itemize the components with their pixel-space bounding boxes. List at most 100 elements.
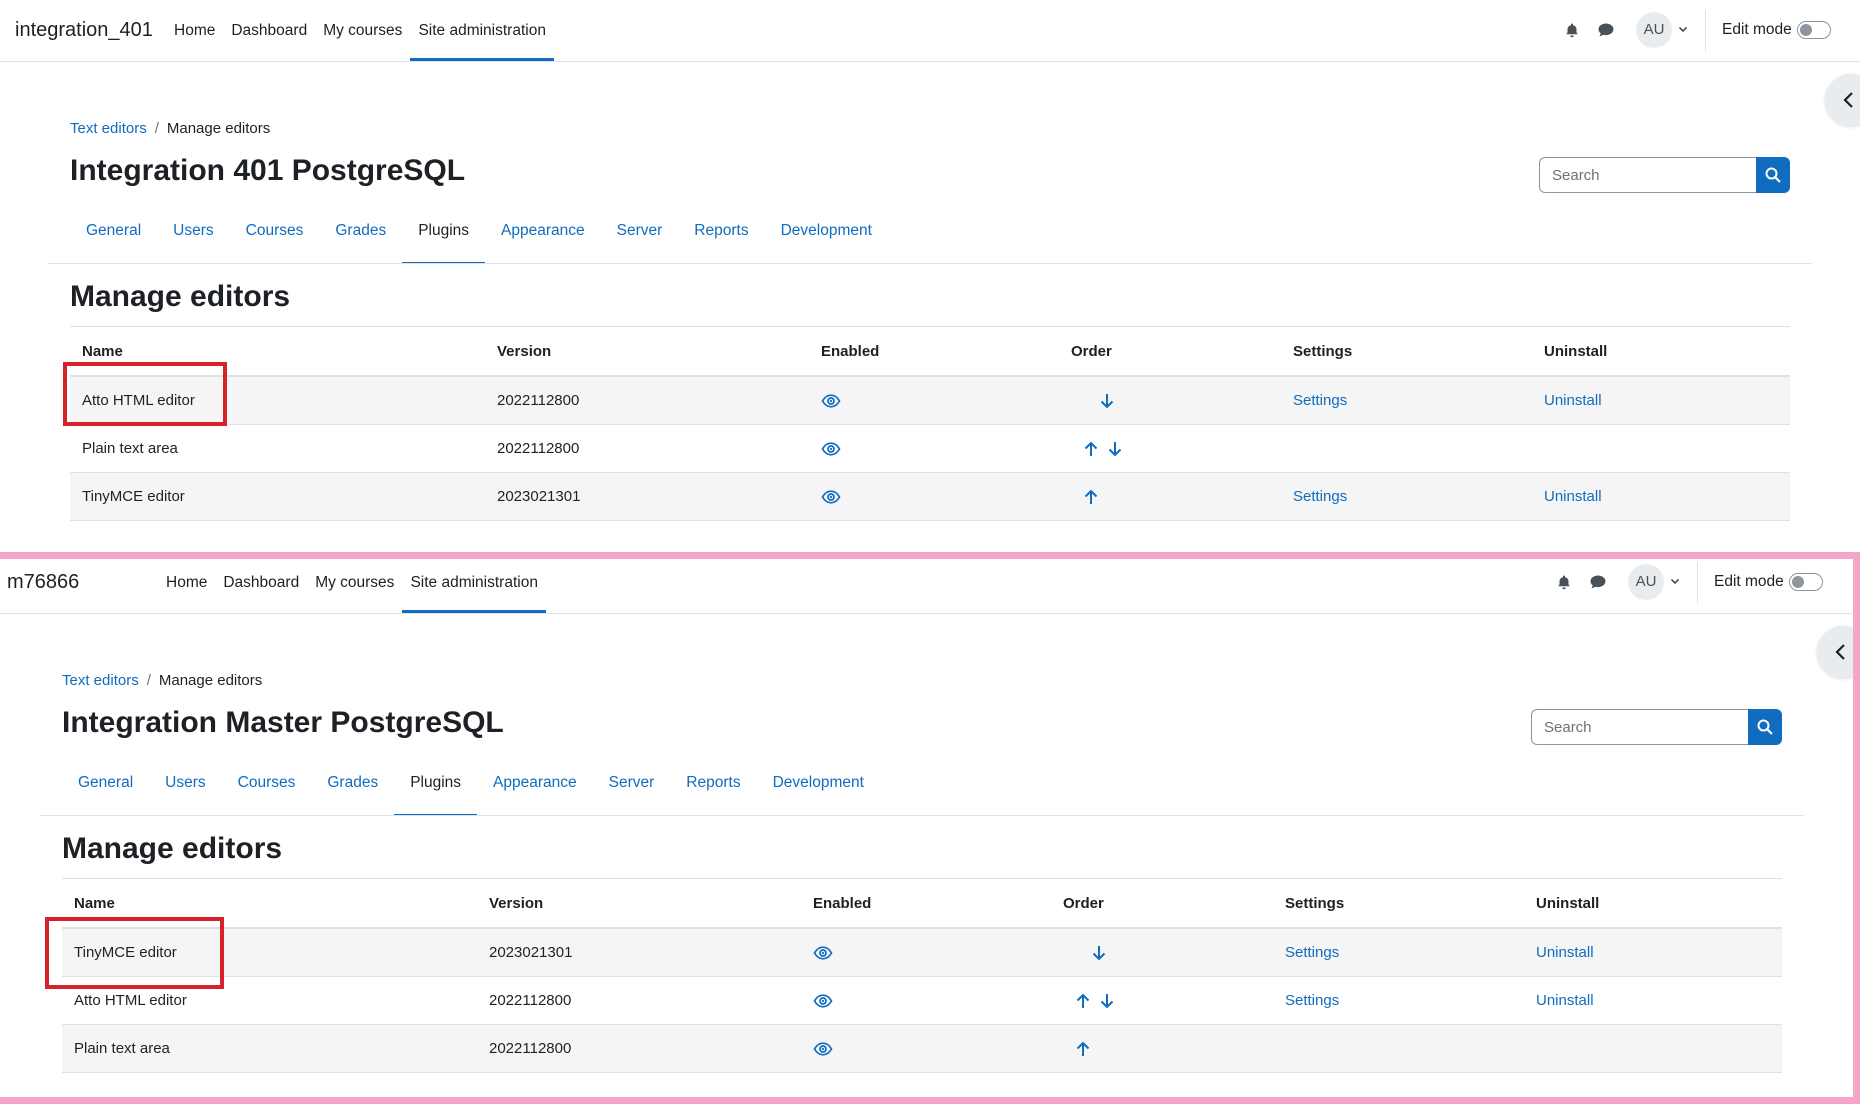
header-name: Name bbox=[62, 878, 477, 929]
tab-plugins[interactable]: Plugins bbox=[394, 765, 477, 816]
tab-users[interactable]: Users bbox=[157, 213, 229, 263]
uninstall-link[interactable]: Uninstall bbox=[1536, 992, 1594, 1009]
tabs-divider bbox=[48, 263, 1812, 264]
site-brand[interactable]: m76866 bbox=[7, 571, 79, 594]
search-button[interactable] bbox=[1748, 709, 1782, 745]
primary-navigation: Home Dashboard My courses Site administr… bbox=[158, 559, 546, 613]
settings-cell bbox=[1281, 424, 1532, 473]
arrow-down-icon[interactable] bbox=[1105, 439, 1125, 459]
nav-home[interactable]: Home bbox=[158, 559, 215, 613]
order-controls bbox=[1063, 991, 1117, 1011]
settings-link[interactable]: Settings bbox=[1293, 488, 1347, 505]
uninstall-link[interactable]: Uninstall bbox=[1544, 392, 1602, 409]
tab-grades[interactable]: Grades bbox=[319, 213, 402, 263]
section-title: Manage editors bbox=[70, 280, 291, 313]
tab-reports[interactable]: Reports bbox=[678, 213, 764, 263]
editor-version: 2022112800 bbox=[485, 376, 809, 425]
order-cell bbox=[1051, 1024, 1273, 1073]
primary-navigation: Home Dashboard My courses Site administr… bbox=[166, 0, 554, 61]
header-version: Version bbox=[477, 878, 801, 929]
notifications-bell-icon[interactable] bbox=[1556, 574, 1572, 590]
search-input[interactable] bbox=[1531, 709, 1749, 745]
table-header-row: Name Version Enabled Order Settings Unin… bbox=[70, 326, 1790, 377]
settings-link[interactable]: Settings bbox=[1285, 992, 1339, 1009]
uninstall-link[interactable]: Uninstall bbox=[1544, 488, 1602, 505]
nav-dashboard[interactable]: Dashboard bbox=[223, 0, 315, 61]
editor-version: 2022112800 bbox=[477, 1024, 801, 1073]
tab-courses[interactable]: Courses bbox=[222, 765, 312, 815]
site-brand[interactable]: integration_401 bbox=[15, 19, 153, 42]
nav-site-administration[interactable]: Site administration bbox=[410, 0, 554, 61]
arrow-up-icon[interactable] bbox=[1073, 1039, 1093, 1059]
arrow-down-icon[interactable] bbox=[1097, 391, 1117, 411]
tab-users[interactable]: Users bbox=[149, 765, 221, 815]
nav-dashboard[interactable]: Dashboard bbox=[215, 559, 307, 613]
open-block-drawer-button[interactable] bbox=[1817, 626, 1853, 678]
eye-icon[interactable] bbox=[813, 943, 833, 963]
arrow-up-icon[interactable] bbox=[1073, 991, 1093, 1011]
edit-mode-label: Edit mode bbox=[1714, 573, 1784, 590]
tab-plugins[interactable]: Plugins bbox=[402, 213, 485, 264]
settings-cell: Settings bbox=[1273, 928, 1524, 977]
open-block-drawer-button[interactable] bbox=[1825, 74, 1860, 126]
nav-my-courses[interactable]: My courses bbox=[307, 559, 402, 613]
user-menu-chevron-down-icon[interactable] bbox=[1678, 24, 1688, 34]
arrow-down-icon[interactable] bbox=[1089, 943, 1109, 963]
eye-icon[interactable] bbox=[821, 391, 841, 411]
enabled-cell bbox=[801, 928, 1051, 977]
enabled-cell bbox=[801, 976, 1051, 1025]
tab-server[interactable]: Server bbox=[601, 213, 679, 263]
uninstall-cell bbox=[1524, 1024, 1782, 1073]
tab-server[interactable]: Server bbox=[593, 765, 671, 815]
user-avatar[interactable]: AU bbox=[1628, 564, 1664, 600]
editor-name: Plain text area bbox=[70, 424, 485, 473]
search-button[interactable] bbox=[1756, 157, 1790, 193]
tab-courses[interactable]: Courses bbox=[230, 213, 320, 263]
tab-appearance[interactable]: Appearance bbox=[485, 213, 601, 263]
tab-general[interactable]: General bbox=[70, 213, 157, 263]
arrow-up-icon[interactable] bbox=[1081, 439, 1101, 459]
edit-mode-label: Edit mode bbox=[1722, 21, 1792, 38]
editor-version: 2023021301 bbox=[485, 472, 809, 521]
edit-mode-toggle[interactable] bbox=[1797, 21, 1831, 39]
tab-reports[interactable]: Reports bbox=[670, 765, 756, 815]
user-menu-chevron-down-icon[interactable] bbox=[1670, 576, 1680, 586]
eye-icon[interactable] bbox=[813, 1039, 833, 1059]
tab-appearance[interactable]: Appearance bbox=[477, 765, 593, 815]
nav-home[interactable]: Home bbox=[166, 0, 223, 61]
breadcrumb-text-editors-link[interactable]: Text editors bbox=[62, 672, 139, 689]
settings-link[interactable]: Settings bbox=[1285, 944, 1339, 961]
notifications-bell-icon[interactable] bbox=[1564, 22, 1580, 38]
nav-my-courses[interactable]: My courses bbox=[315, 0, 410, 61]
tab-development[interactable]: Development bbox=[757, 765, 880, 815]
admin-tabs: General Users Courses Grades Plugins App… bbox=[70, 213, 888, 264]
edit-mode-toggle[interactable] bbox=[1789, 573, 1823, 591]
table-row: TinyMCE editor 2023021301 Settings Unins… bbox=[70, 472, 1790, 521]
messages-chat-icon[interactable] bbox=[1597, 22, 1615, 38]
eye-icon[interactable] bbox=[821, 487, 841, 507]
eye-icon[interactable] bbox=[813, 991, 833, 1011]
editor-name: Atto HTML editor bbox=[62, 976, 477, 1025]
header-uninstall: Uninstall bbox=[1532, 326, 1790, 377]
tab-general[interactable]: General bbox=[62, 765, 149, 815]
editors-table: Name Version Enabled Order Settings Unin… bbox=[62, 878, 1782, 1073]
eye-icon[interactable] bbox=[821, 439, 841, 459]
settings-link[interactable]: Settings bbox=[1293, 392, 1347, 409]
uninstall-link[interactable]: Uninstall bbox=[1536, 944, 1594, 961]
breadcrumb-text-editors-link[interactable]: Text editors bbox=[70, 120, 147, 137]
arrow-down-icon[interactable] bbox=[1097, 991, 1117, 1011]
breadcrumb-separator: / bbox=[154, 120, 159, 137]
search-input[interactable] bbox=[1539, 157, 1757, 193]
order-cell bbox=[1059, 424, 1281, 473]
arrow-up-icon[interactable] bbox=[1081, 487, 1101, 507]
tab-development[interactable]: Development bbox=[765, 213, 888, 263]
header-settings: Settings bbox=[1273, 878, 1524, 929]
chevron-left-icon bbox=[1843, 92, 1853, 108]
panel-inner: m76866 Home Dashboard My courses Site ad… bbox=[0, 559, 1853, 1097]
messages-chat-icon[interactable] bbox=[1589, 574, 1607, 590]
tab-grades[interactable]: Grades bbox=[311, 765, 394, 815]
user-avatar[interactable]: AU bbox=[1636, 12, 1672, 48]
nav-site-administration[interactable]: Site administration bbox=[402, 559, 546, 613]
order-cell bbox=[1059, 472, 1281, 521]
panel-inner: integration_401 Home Dashboard My course… bbox=[0, 0, 1860, 552]
